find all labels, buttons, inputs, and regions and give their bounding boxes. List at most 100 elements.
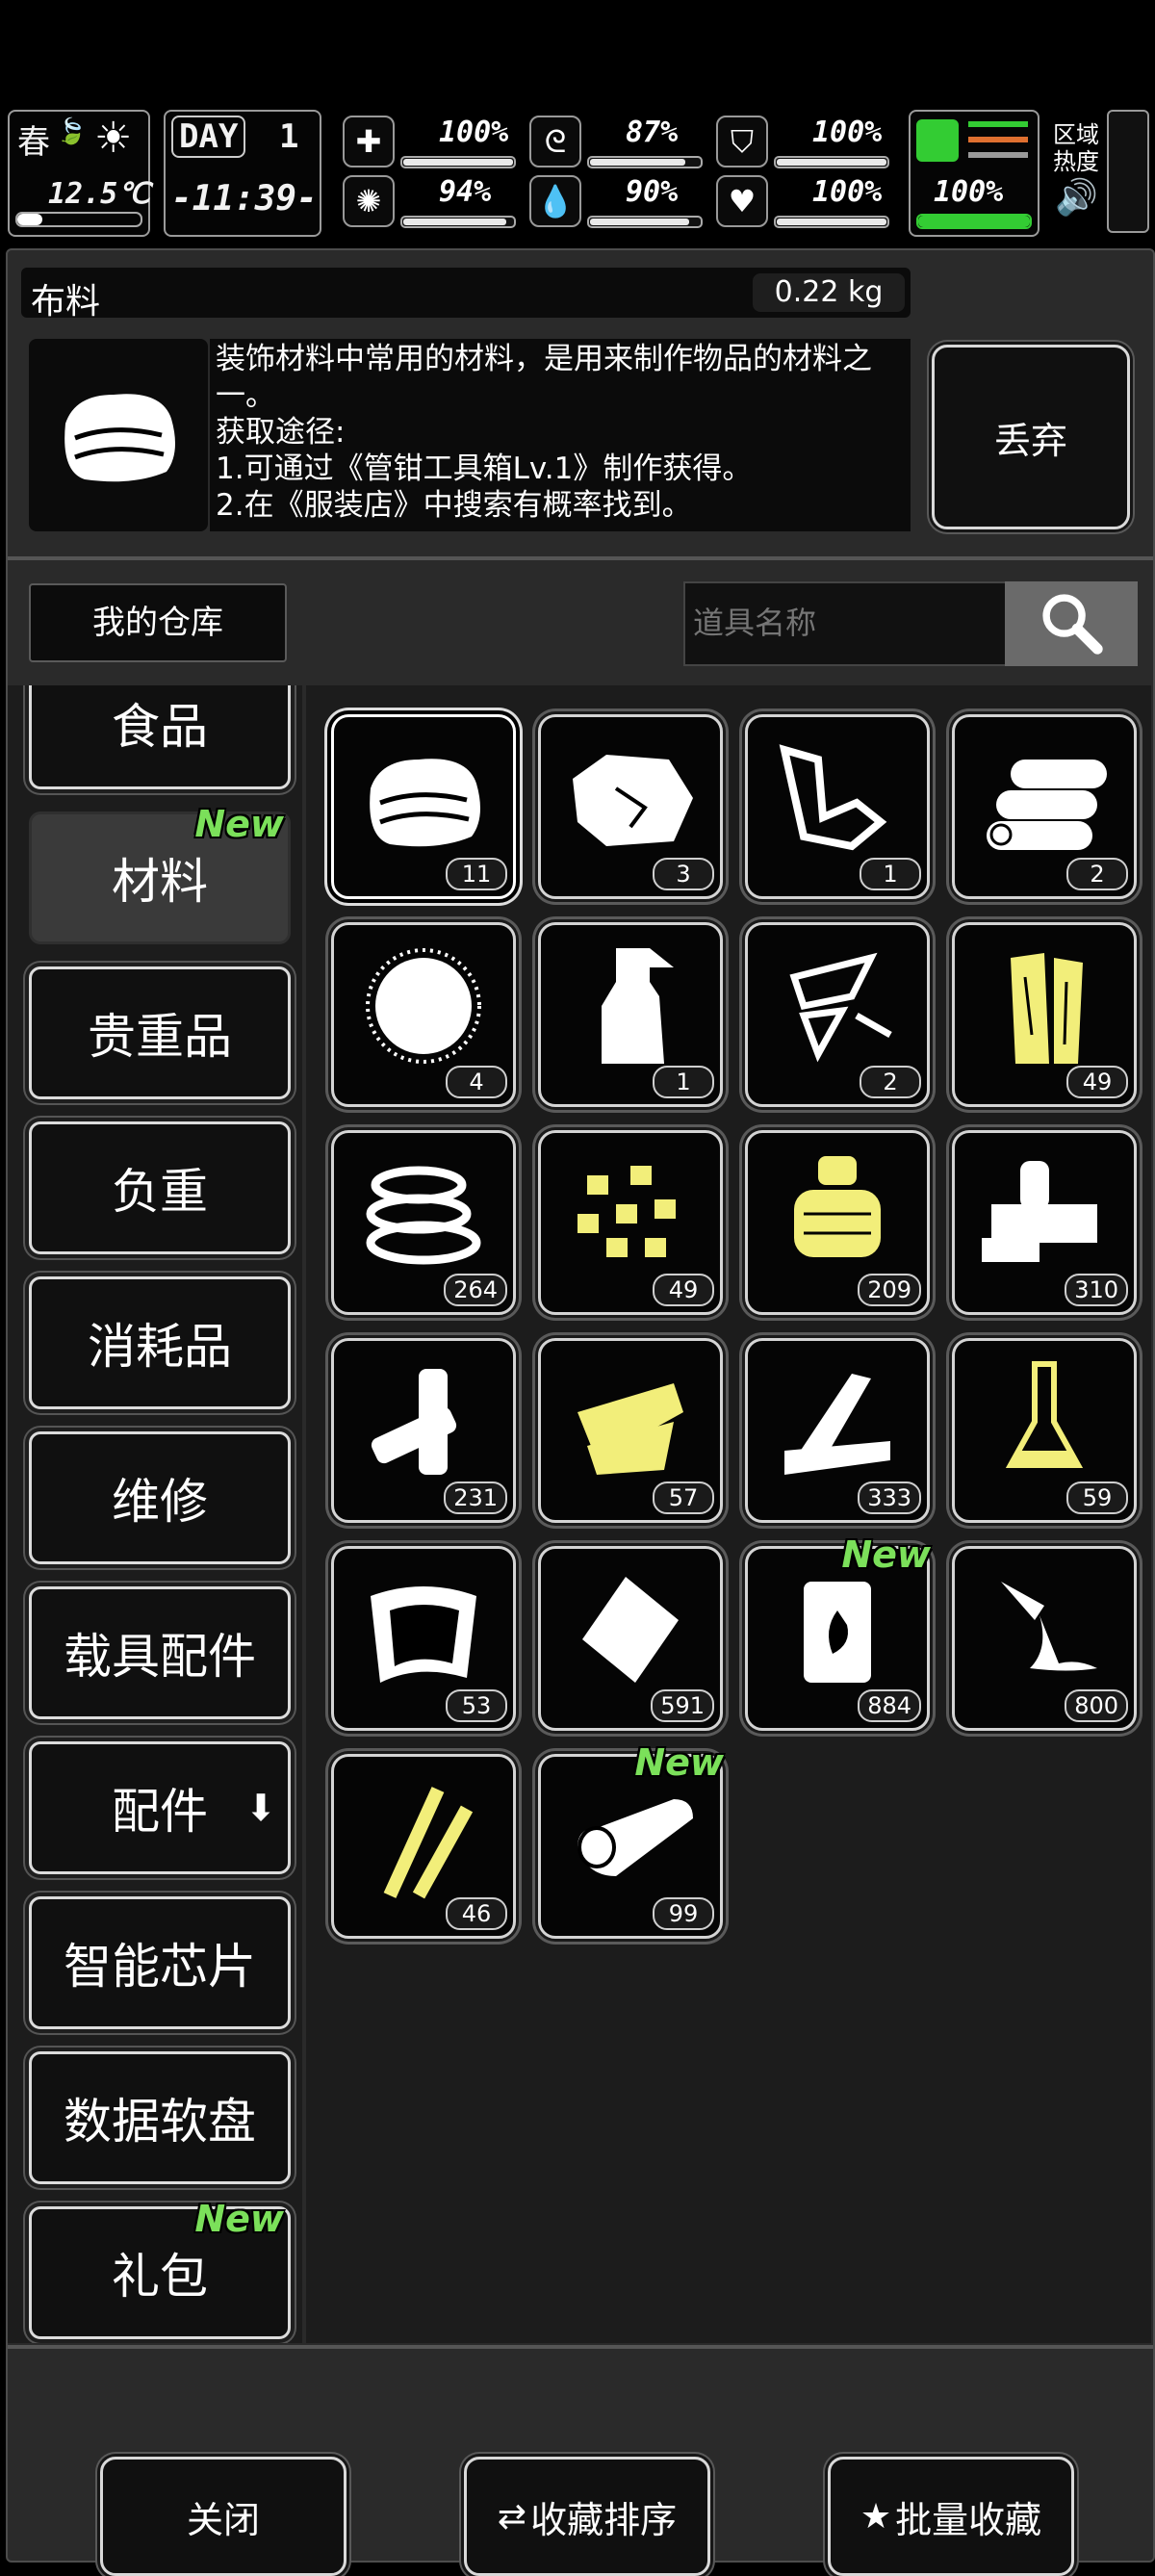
cloth-icon	[370, 759, 480, 847]
item-name: 布料	[31, 282, 101, 322]
cloth-icon	[64, 394, 175, 482]
category-tab[interactable]: 礼包 New	[29, 2198, 291, 2339]
spray-bottle-icon	[602, 948, 674, 1064]
item-slot[interactable]: 1	[745, 714, 930, 899]
zone-heat-label: 区域 热度	[1053, 121, 1099, 175]
category-tab[interactable]: 智能芯片	[29, 1896, 291, 2029]
item-count: 3	[653, 858, 714, 890]
arrow-down-icon: ⬇	[245, 1787, 276, 1829]
sort-favorites-label: 收藏排序	[530, 2498, 678, 2541]
stat-value: 87%	[626, 116, 679, 149]
category-label: 负重	[112, 1164, 208, 1220]
stat-bar-fill	[403, 219, 507, 225]
description-line: 获取途径:	[216, 415, 346, 450]
item-slot[interactable]: 209	[745, 1130, 930, 1315]
new-badge: New	[194, 2198, 284, 2240]
item-slot[interactable]: 591	[538, 1546, 723, 1731]
item-slot[interactable]: 3	[538, 714, 723, 899]
fabric-roll-icon	[578, 1799, 693, 1876]
boot-icon	[916, 119, 959, 162]
item-count: 231	[444, 1481, 507, 1514]
item-slot[interactable]: 800	[952, 1546, 1137, 1731]
category-sidebar: 食品 材料 New 贵重品 负重 消耗品 维修 载具配件 配件 ⬇ 智能芯片 数据软盘 礼包 New	[8, 685, 302, 2343]
sun-icon: ☀	[94, 114, 133, 163]
stat-bar	[400, 216, 516, 228]
category-tab[interactable]: 维修	[29, 1431, 291, 1564]
category-tab[interactable]: 材料 New	[29, 803, 291, 944]
item-slot[interactable]: 231	[331, 1338, 516, 1523]
item-slot[interactable]: 59	[952, 1338, 1137, 1523]
item-count: 1	[860, 858, 921, 890]
stomach-icon: ᘓ	[529, 116, 581, 167]
description-line: 1.可通过《管钳工具箱Lv.1》制作获得。	[216, 451, 753, 486]
spool-icon	[794, 1156, 881, 1257]
item-slot[interactable]: 99 New	[538, 1741, 724, 1939]
search-input[interactable]	[691, 593, 984, 653]
category-label: 材料	[112, 854, 208, 910]
close-button[interactable]: 关闭	[100, 2457, 346, 2576]
day-label: DAY	[171, 116, 246, 158]
category-tab[interactable]: 贵重品	[29, 966, 291, 1099]
item-slot[interactable]: 49	[952, 922, 1137, 1107]
item-slot[interactable]: 11	[331, 714, 516, 899]
item-slot[interactable]: 2	[952, 714, 1137, 899]
stat-value: 100%	[812, 175, 883, 209]
category-tab[interactable]: 消耗品	[29, 1276, 291, 1409]
speaker-icon[interactable]: 🔊	[1055, 177, 1098, 218]
item-slot[interactable]: 1	[538, 922, 723, 1107]
item-slot[interactable]: 310	[952, 1130, 1137, 1315]
stat-value: 94%	[439, 175, 492, 209]
item-count: 49	[653, 1274, 714, 1306]
item-count: 99	[653, 1897, 714, 1930]
nuggets-icon	[578, 1166, 676, 1257]
item-count: 884	[858, 1689, 921, 1722]
stat-bar-fill	[777, 219, 886, 225]
item-slot[interactable]: 46	[331, 1754, 516, 1939]
item-count: 333	[858, 1481, 921, 1514]
item-count: 53	[446, 1689, 507, 1722]
item-slot[interactable]: 57	[538, 1338, 723, 1523]
category-label: 礼包	[112, 2249, 208, 2305]
flask-icon	[1005, 1361, 1084, 1468]
category-tab[interactable]: 配件 ⬇	[29, 1741, 291, 1874]
item-slot[interactable]: 2	[745, 922, 930, 1107]
day-clock-panel: DAY 1 -11:39-	[164, 110, 321, 237]
search-button[interactable]	[1005, 581, 1138, 666]
item-slot[interactable]: 264	[331, 1130, 516, 1315]
category-label: 载具配件	[64, 1629, 256, 1685]
circuit-parts-icon	[578, 1383, 683, 1475]
item-slot[interactable]: 4	[331, 922, 516, 1107]
sort-favorites-button[interactable]: ⇄ 收藏排序	[464, 2457, 710, 2576]
thermometer-icon	[15, 212, 142, 227]
category-tab[interactable]: 载具配件	[29, 1586, 291, 1719]
stat-bar-fill	[590, 219, 689, 225]
category-tab[interactable]: 食品	[29, 685, 291, 789]
batch-favorite-button[interactable]: ★ 批量收藏	[828, 2457, 1074, 2576]
category-tab[interactable]: 负重	[29, 1121, 291, 1254]
machine-parts-icon	[982, 1161, 1097, 1262]
batch-favorite-label: 批量收藏	[895, 2498, 1042, 2541]
new-badge: New	[841, 1533, 931, 1576]
shield-icon: ⛉	[716, 116, 768, 167]
footer-divider	[8, 2345, 1153, 2349]
stat-bar-fill	[777, 159, 886, 166]
swap-arrows-icon: ⇄	[497, 2496, 527, 2537]
item-count: 49	[1066, 1066, 1128, 1098]
category-label: 贵重品	[88, 1009, 232, 1065]
stat-value: 90%	[626, 175, 679, 209]
category-label: 维修	[112, 1474, 208, 1530]
stat-bar-fill	[590, 159, 686, 166]
item-slot[interactable]: 53	[331, 1546, 516, 1731]
item-slot[interactable]: 884 New	[745, 1533, 931, 1731]
item-slot[interactable]: 49	[538, 1130, 723, 1315]
medkit-icon: ✚	[343, 116, 395, 167]
item-slot[interactable]: 333	[745, 1338, 930, 1523]
heat-label: 热度	[1053, 148, 1099, 175]
discard-button[interactable]: 丢弃	[932, 345, 1130, 529]
category-tab[interactable]: 数据软盘	[29, 2051, 291, 2184]
description-line: 2.在《服装店》中搜索有概率找到。	[216, 488, 692, 523]
item-count: 57	[653, 1481, 714, 1514]
stat-bar-fill	[403, 159, 513, 166]
clock-label: -11:39-	[171, 179, 318, 219]
stamina-value: 100%	[934, 175, 1004, 209]
